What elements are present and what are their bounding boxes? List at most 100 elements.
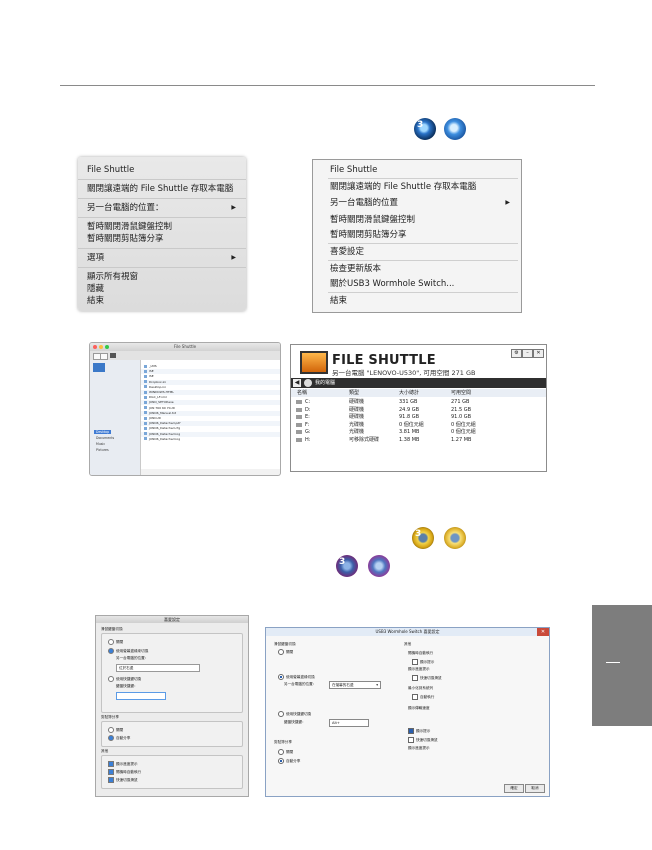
menu-item-disable-clipboard[interactable]: 暫時關閉剪貼簿分享 <box>87 233 240 245</box>
other-group: 顯示進度提示 開機時自動執行 快速切換滑鼠 <box>101 755 243 789</box>
menu-item-check-updates[interactable]: 檢查更新版本 <box>330 263 515 275</box>
drive-row[interactable]: E: 硬碟機 91.8 GB 91.0 GB <box>291 414 546 421</box>
close-button[interactable]: ✕ <box>533 349 544 358</box>
radio-label: 使用快捷鍵切換 <box>116 677 142 681</box>
checkbox-right-2[interactable]: 顯示提示 <box>412 659 434 665</box>
minimize-button[interactable]: – <box>522 349 533 358</box>
radio-use-edge[interactable]: 使用螢幕邊緣切換 <box>278 674 315 680</box>
position-select[interactable]: 位於右邊 <box>116 664 200 672</box>
menu-item-show-all-windows[interactable]: 顯示所有視窗 <box>87 271 240 283</box>
mac-tray-menu: File Shuttle 關閉讓遠端的 File Shuttle 存取本電腦 另… <box>78 157 246 311</box>
settings-button[interactable]: ⚙ <box>511 349 522 358</box>
minimize-dot-icon[interactable] <box>99 345 103 349</box>
computer-icon <box>93 363 105 372</box>
radio-hotkey[interactable]: 使用快捷鍵切換 <box>108 676 141 682</box>
checkbox-right-9[interactable]: 快速切換滑鼠 <box>408 737 438 743</box>
right-option-label: 顯示進度提示 <box>408 667 430 671</box>
menu-item-hide[interactable]: 隱藏 <box>87 283 240 295</box>
menu-item-options[interactable]: 選項 ▶ <box>87 252 240 264</box>
menu-item-disable-remote-access[interactable]: 關閉讓遠端的 File Shuttle 存取本電腦 <box>87 183 240 195</box>
menu-item-disable-kvm[interactable]: 暫時關閉滑鼠鍵盤控制 <box>330 214 515 226</box>
hotkey-input[interactable] <box>116 692 166 700</box>
checkbox-fast-switch[interactable]: 快速切換滑鼠 <box>108 777 138 783</box>
menu-item-preferences[interactable]: 喜愛設定 <box>330 246 515 258</box>
drive-type: 光碟機 <box>349 429 365 435</box>
file-row[interactable]: JUNO6_Detached.log <box>141 437 280 442</box>
window-title: FILE SHUTTLE <box>332 353 436 368</box>
drive-row[interactable]: F: 光碟機 0 個位元組 0 個位元組 <box>291 422 546 429</box>
cancel-button[interactable]: 取消 <box>525 784 545 793</box>
file-name: _LMS <box>149 364 157 368</box>
eject-icon[interactable] <box>110 353 116 358</box>
drive-name: H: <box>305 436 311 443</box>
sidebar-item-documents[interactable]: Documents <box>96 436 114 440</box>
drive-row[interactable]: D: 硬碟機 24.9 GB 21.5 GB <box>291 407 546 414</box>
radio-icon <box>108 648 114 654</box>
radio-label: 使用螢幕邊緣來切換 <box>116 649 149 653</box>
drive-row[interactable]: G: 光碟機 3.81 MB 0 個位元組 <box>291 429 546 436</box>
menu-item-disable-kvm[interactable]: 暫時關閉滑鼠鍵盤控制 <box>87 221 240 233</box>
menu-item-about[interactable]: 關於USB3 Wormhole Switch... <box>330 278 515 290</box>
menu-item-file-shuttle[interactable]: File Shuttle <box>330 164 515 176</box>
hotkey-input[interactable]: Alt+ <box>329 719 369 727</box>
radio-off[interactable]: 關閉 <box>278 649 293 655</box>
position-select[interactable]: 在螢幕的右邊 ▾ <box>329 681 381 689</box>
radio-hotkey[interactable]: 使用快捷鍵切換 <box>278 711 311 717</box>
radio-label: 使用快捷鍵切換 <box>286 712 312 716</box>
forward-button[interactable] <box>100 353 108 360</box>
menu-item-disable-remote-access[interactable]: 關閉讓遠端的 File Shuttle 存取本電腦 <box>330 181 515 193</box>
menu-item-label: 喜愛設定 <box>330 247 365 257</box>
drive-name: G: <box>305 429 311 435</box>
sidebar-item-music[interactable]: Music <box>96 442 105 446</box>
close-dot-icon[interactable] <box>93 345 97 349</box>
file-name: JUNO6_Detached.log <box>149 436 181 441</box>
column-header-free[interactable]: 可用空間 <box>451 389 471 397</box>
radio-use-edge[interactable]: 使用螢幕邊緣來切換 <box>108 648 148 654</box>
checkbox-progress[interactable]: 顯示進度提示 <box>108 761 138 767</box>
dropdown-arrow-icon: ▾ <box>376 683 378 687</box>
checkbox-icon <box>408 737 414 743</box>
drive-row[interactable]: H: 可移除式硬碟 1.38 MB 1.27 MB <box>291 437 546 444</box>
file-name: JUNO6_Detached.log <box>149 431 181 436</box>
menu-separator <box>328 292 518 293</box>
menu-item-quit[interactable]: 結束 <box>330 295 515 307</box>
dialog-title: USB3 Wormhole Switch 喜愛設定 <box>375 629 440 634</box>
drive-name: C: <box>305 399 311 405</box>
close-button[interactable]: ✕ <box>537 628 549 636</box>
drive-type: 硬碟機 <box>349 406 365 413</box>
column-header-total[interactable]: 大小總計 <box>399 389 419 397</box>
menu-separator <box>328 260 518 261</box>
menu-item-other-computer-position[interactable]: 另一台電腦的位置 ▶ <box>330 197 515 209</box>
sidebar-item-desktop[interactable]: Desktop <box>94 430 112 434</box>
menu-item-disable-clipboard[interactable]: 暫時關閉剪貼簿分享 <box>330 229 515 241</box>
drive-icon <box>296 407 302 412</box>
zoom-dot-icon[interactable] <box>105 345 109 349</box>
checkbox-label: 快速切換滑鼠 <box>420 676 442 680</box>
column-header-type[interactable]: 類型 <box>349 389 359 397</box>
section-title: 滑鼠鍵盤切換 <box>274 642 296 646</box>
drive-total: 1.38 MB <box>399 436 420 443</box>
menu-item-other-computer-position[interactable]: 另一台電腦的位置： ▶ <box>87 202 240 214</box>
back-arrow-icon[interactable]: ◀ <box>293 379 301 387</box>
radio-off[interactable]: 關閉 <box>108 639 123 645</box>
radio-share-off[interactable]: 關閉 <box>108 727 123 733</box>
column-header-name[interactable]: 名稱 <box>297 389 307 397</box>
drive-name: D: <box>305 406 311 413</box>
menu-item-quit[interactable]: 結束 <box>87 295 240 307</box>
radio-share-off[interactable]: 關閉 <box>278 749 293 755</box>
checkbox-right-6[interactable]: 自動執行 <box>412 694 434 700</box>
right-option-label: 顯示傳輸速度 <box>408 706 430 710</box>
sidebar-item-pictures[interactable]: Pictures <box>96 448 109 452</box>
checkbox-right-8[interactable]: 顯示提示 <box>408 728 430 734</box>
menu-item-file-shuttle[interactable]: File Shuttle <box>87 164 240 176</box>
checkbox-right-4[interactable]: 快速切換滑鼠 <box>412 675 442 681</box>
select-value: 位於右邊 <box>119 666 134 670</box>
nav-label: 我的電腦 <box>315 380 336 386</box>
menu-item-label: File Shuttle <box>87 165 135 175</box>
radio-share-auto[interactable]: 自動分享 <box>108 735 130 741</box>
file-icon <box>144 369 147 373</box>
checkbox-autostart[interactable]: 開機時自動執行 <box>108 769 141 775</box>
ok-button[interactable]: 確定 <box>504 784 524 793</box>
drive-row[interactable]: C: 硬碟機 331 GB 271 GB <box>291 399 546 406</box>
radio-share-auto[interactable]: 自動分享 <box>278 758 300 764</box>
